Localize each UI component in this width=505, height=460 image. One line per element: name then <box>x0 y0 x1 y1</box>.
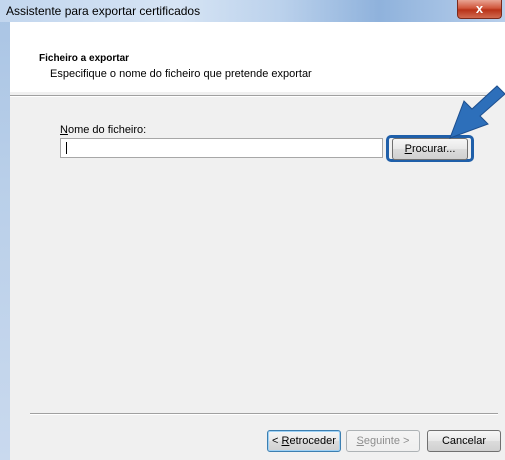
footer-divider <box>30 413 498 415</box>
header-divider <box>10 95 495 97</box>
page-title: Ficheiro a exportar <box>39 53 130 64</box>
page-subtitle: Especifique o nome do ficheiro que prete… <box>50 68 312 80</box>
next-accesskey: S <box>356 435 364 447</box>
close-button[interactable]: x <box>457 0 502 19</box>
window-title: Assistente para exportar certificados <box>6 4 201 18</box>
filename-label: Nome do ficheiro: <box>60 124 146 136</box>
filename-label-text: ome do ficheiro: <box>67 124 147 136</box>
next-label: eguinte > <box>363 435 410 447</box>
next-button[interactable]: Seguinte > <box>346 430 420 452</box>
filename-input[interactable] <box>60 138 383 158</box>
filename-label-accesskey: N <box>60 124 68 136</box>
export-certificate-wizard-window: Assistente para exportar certificados x … <box>0 0 505 460</box>
cancel-button[interactable]: Cancelar <box>427 430 501 452</box>
text-caret <box>66 142 67 154</box>
back-button[interactable]: < Retroceder <box>267 430 341 452</box>
close-icon: x <box>475 1 484 16</box>
window-frame-left <box>0 0 10 460</box>
back-label: etroceder <box>289 435 336 447</box>
title-bar[interactable]: Assistente para exportar certificados x <box>0 0 505 22</box>
back-prefix: < <box>272 435 282 447</box>
browse-accesskey: P <box>404 143 412 155</box>
arrow-pointer-icon <box>449 85 505 139</box>
